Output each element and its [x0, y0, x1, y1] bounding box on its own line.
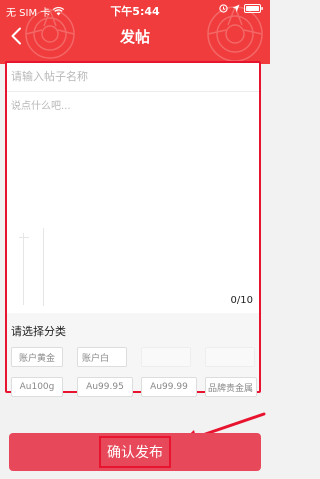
location-icon [232, 4, 240, 13]
faint-line [19, 237, 29, 238]
submit-button[interactable]: 确认发布 [9, 433, 261, 471]
post-content-textarea[interactable] [9, 97, 255, 287]
page-title: 发帖 [119, 28, 150, 46]
divider [7, 91, 259, 92]
category-tag [141, 347, 191, 367]
battery-icon [244, 4, 263, 13]
char-counter: 0/10 [230, 295, 253, 306]
category-tag[interactable]: 账户白 [77, 347, 127, 367]
category-tag[interactable]: Au99.99 [141, 377, 197, 397]
faint-line [23, 233, 24, 305]
post-title-input[interactable] [9, 65, 257, 87]
category-tag[interactable]: Au99.95 [77, 377, 133, 397]
header: 无 SIM 卡 下午5:44 发帖 [0, 0, 270, 64]
category-tag [205, 347, 255, 367]
category-section: 请选择分类 账户黄金 账户白 Au100g Au99.95 Au99.99 品牌… [7, 313, 259, 397]
faint-line [43, 228, 44, 306]
submit-label: 确认发布 [99, 436, 171, 468]
post-form: 0/10 请选择分类 账户黄金 账户白 Au100g Au99.95 Au99.… [5, 61, 261, 397]
category-tag[interactable]: 品牌贵金属 [205, 377, 257, 397]
alarm-icon [219, 4, 228, 13]
status-bar: 无 SIM 卡 下午5:44 [0, 0, 270, 20]
category-tag[interactable]: Au100g [11, 377, 63, 397]
category-label: 请选择分类 [11, 325, 66, 338]
category-tag[interactable]: 账户黄金 [11, 347, 63, 367]
